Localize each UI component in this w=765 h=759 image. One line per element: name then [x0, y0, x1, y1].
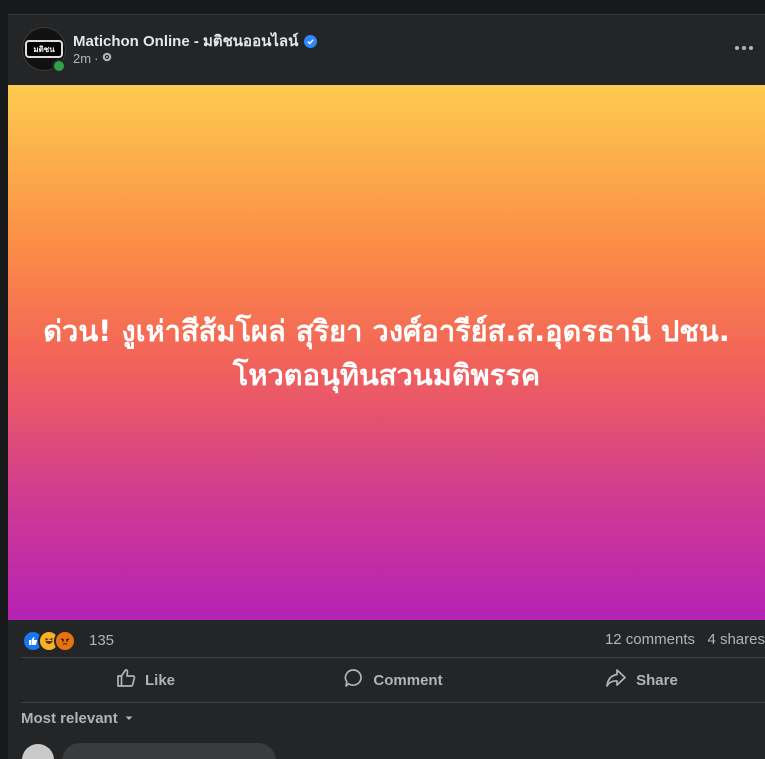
chevron-down-icon — [124, 710, 134, 727]
post-text-banner[interactable]: ด่วน! งูเห่าสีส้มโผล่ สุริยา วงศ์อารีย์ส… — [8, 85, 765, 620]
window-top-strip — [0, 0, 765, 14]
reaction-icons[interactable] — [22, 630, 76, 652]
angry-reaction-icon — [54, 630, 76, 652]
post-timestamp[interactable]: 2m — [73, 51, 91, 66]
share-label: Share — [636, 671, 678, 689]
meta-separator: · — [94, 51, 99, 66]
comments-count[interactable]: 12 comments — [605, 631, 695, 648]
verified-badge-icon — [304, 34, 318, 48]
banner-text: ด่วน! งูเห่าสีส้มโผล่ สุริยา วงศ์อารีย์ส… — [43, 313, 730, 392]
post-action-bar: Like Comment Share — [21, 657, 765, 703]
page-name-link[interactable]: Matichon Online - มติชนออนไลน์ — [73, 29, 318, 53]
share-arrow-icon — [604, 667, 628, 693]
globe-gear-icon[interactable] — [101, 51, 113, 66]
thumbs-up-icon — [115, 667, 137, 693]
page-name-text: Matichon Online - มติชนออนไลน์ — [73, 33, 299, 50]
sort-label: Most relevant — [21, 710, 118, 727]
reaction-count[interactable]: 135 — [89, 632, 114, 649]
page-logo: มติชน — [25, 40, 63, 58]
online-status-dot — [52, 59, 66, 73]
like-label: Like — [144, 671, 175, 689]
like-button[interactable]: Like — [21, 658, 269, 702]
more-options-icon[interactable] — [731, 35, 757, 61]
comment-sort-dropdown[interactable]: Most relevant — [21, 710, 134, 727]
post-card: มติชน Matichon Online - มติชนออนไลน์ 2m … — [8, 14, 765, 759]
share-button[interactable]: Share — [517, 658, 765, 702]
post-stats: 135 12 comments 4 shares — [8, 620, 765, 658]
post-meta: 2m · — [73, 51, 113, 66]
post-header: มติชน Matichon Online - มติชนออนไลน์ 2m … — [8, 15, 765, 85]
comment-label: Comment — [373, 671, 443, 689]
comment-bubble-icon — [343, 667, 365, 693]
comment-button[interactable]: Comment — [269, 658, 517, 702]
shares-count[interactable]: 4 shares — [707, 631, 765, 648]
comment-bubble[interactable] — [62, 743, 276, 759]
commenter-avatar[interactable] — [22, 744, 54, 759]
